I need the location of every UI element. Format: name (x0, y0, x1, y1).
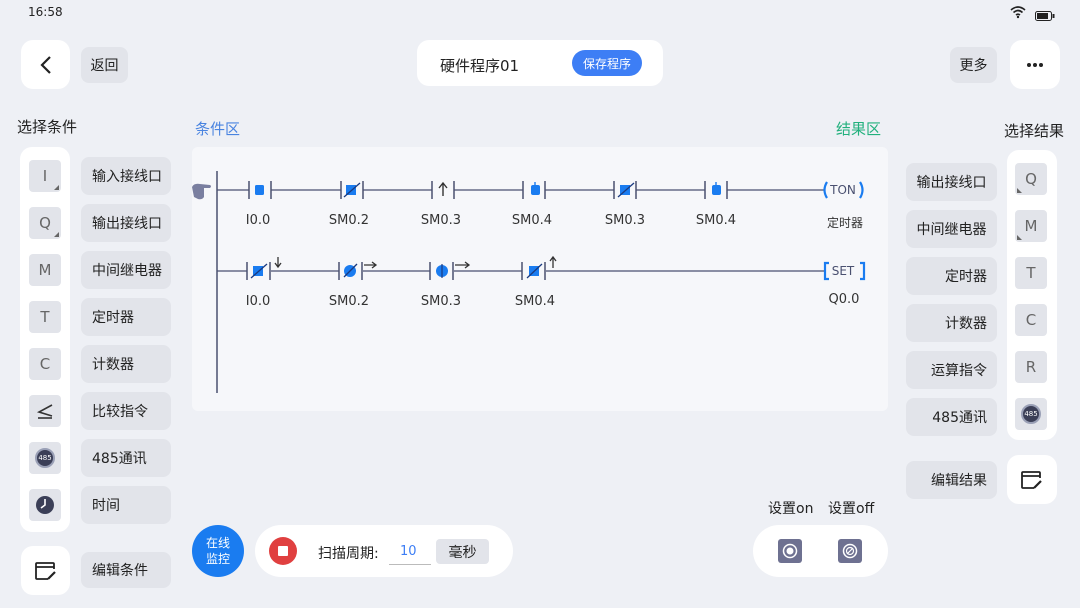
timer-t-icon[interactable]: T (1015, 257, 1047, 289)
condition-time[interactable]: 时间 (81, 486, 171, 524)
right-panel-title: 选择结果 (1004, 122, 1065, 140)
rung1-contact-label: SM0.3 (604, 213, 646, 228)
stop-button[interactable] (269, 537, 297, 565)
485-icon[interactable]: 485 (1015, 398, 1047, 430)
ton-coil-text: TON (830, 183, 856, 197)
online-monitor-button[interactable]: 在线 监控 (192, 525, 244, 577)
condition-relay[interactable]: 中间继电器 (81, 251, 171, 289)
set-coil-text: SET (831, 264, 855, 278)
rung1-contact-label: SM0.4 (695, 213, 737, 228)
condition-compare[interactable]: 比较指令 (81, 392, 171, 430)
compare-icon[interactable] (29, 395, 61, 427)
chevron-left-icon (39, 55, 51, 74)
ton-coil-label: 定时器 (826, 216, 863, 230)
unit-ms-button[interactable]: 毫秒 (436, 539, 489, 564)
more-text-button[interactable]: 更多 (950, 47, 997, 83)
edit-condition-button[interactable]: 编辑条件 (81, 552, 171, 588)
save-program-button[interactable]: 保存程序 (572, 50, 642, 76)
rung2-contact-label: SM0.3 (420, 294, 462, 309)
rung2-contact-label: SM0.2 (328, 294, 370, 309)
rung1-contact-label: SM0.4 (511, 213, 553, 228)
condition-output-port[interactable]: 输出接线口 (81, 204, 171, 242)
condition-zone-label: 条件区 (195, 120, 241, 138)
rung1-contact-label: I0.0 (245, 213, 271, 228)
scan-period-input[interactable]: 10 (389, 539, 431, 565)
timer-t-icon[interactable]: T (29, 301, 61, 333)
result-relay[interactable]: 中间继电器 (906, 210, 997, 248)
result-output-port[interactable]: 输出接线口 (906, 163, 997, 201)
scan-period-label: 扫描周期: (318, 546, 379, 562)
left-icon-column: I Q M T C 485 (20, 147, 70, 532)
condition-input-port[interactable]: 输入接线口 (81, 157, 171, 195)
clock-icon[interactable] (29, 489, 61, 521)
wifi-icon (1010, 4, 1026, 23)
output-q-icon[interactable]: Q (29, 207, 61, 239)
output-q-icon[interactable]: Q (1015, 163, 1047, 195)
status-time: 16:58 (28, 5, 63, 19)
program-title: 硬件程序01 (440, 57, 520, 75)
edit-icon (34, 561, 56, 580)
result-operation[interactable]: 运算指令 (906, 351, 997, 389)
edit-condition-icon-button[interactable] (21, 546, 70, 595)
relay-m-icon[interactable]: M (1015, 210, 1047, 242)
back-button[interactable] (21, 40, 70, 89)
ladder-diagram (192, 171, 866, 393)
set-coil-label: Q0.0 (828, 292, 860, 307)
set-off-button[interactable] (838, 539, 862, 563)
right-icon-column: Q M T C R 485 (1007, 150, 1057, 440)
set-on-button[interactable] (778, 539, 802, 563)
scan-period-bar: 扫描周期: 10 毫秒 (255, 525, 513, 577)
set-off-label: 设置off (828, 501, 875, 517)
result-counter[interactable]: 计数器 (906, 304, 997, 342)
stop-icon (278, 546, 288, 556)
ladder-canvas[interactable]: I0.0 SM0.2 SM0.3 SM0.4 SM0.3 SM0.4 TON 定… (192, 147, 888, 411)
operation-r-icon[interactable]: R (1015, 351, 1047, 383)
edit-result-button[interactable]: 编辑结果 (906, 461, 997, 499)
relay-m-icon[interactable]: M (29, 254, 61, 286)
result-485[interactable]: 485通讯 (906, 398, 997, 436)
battery-icon (1035, 6, 1055, 25)
rung2-contact-label: SM0.4 (514, 294, 556, 309)
back-text-button[interactable]: 返回 (81, 47, 128, 83)
condition-485[interactable]: 485通讯 (81, 439, 171, 477)
radio-off-icon (842, 543, 858, 559)
rung1-contact-label: SM0.2 (328, 213, 370, 228)
edit-result-icon-button[interactable] (1007, 455, 1057, 504)
pointer-hand-icon (192, 183, 211, 200)
left-panel-title: 选择条件 (17, 118, 78, 136)
condition-timer[interactable]: 定时器 (81, 298, 171, 336)
set-on-label: 设置on (768, 501, 814, 517)
edit-icon (1021, 470, 1042, 489)
radio-on-icon (782, 543, 798, 559)
more-button[interactable] (1010, 40, 1060, 89)
counter-c-icon[interactable]: C (29, 348, 61, 380)
rung1-contact-label: SM0.3 (420, 213, 462, 228)
result-zone-label: 结果区 (836, 120, 882, 138)
condition-counter[interactable]: 计数器 (81, 345, 171, 383)
program-title-bar: 硬件程序01 保存程序 (417, 40, 663, 86)
rung2-contact-label: I0.0 (245, 294, 271, 309)
485-icon[interactable]: 485 (29, 442, 61, 474)
input-i-icon[interactable]: I (29, 160, 61, 192)
counter-c-icon[interactable]: C (1015, 304, 1047, 336)
set-buttons-bar (753, 525, 888, 577)
result-timer[interactable]: 定时器 (906, 257, 997, 295)
more-dots-icon (1027, 62, 1043, 67)
